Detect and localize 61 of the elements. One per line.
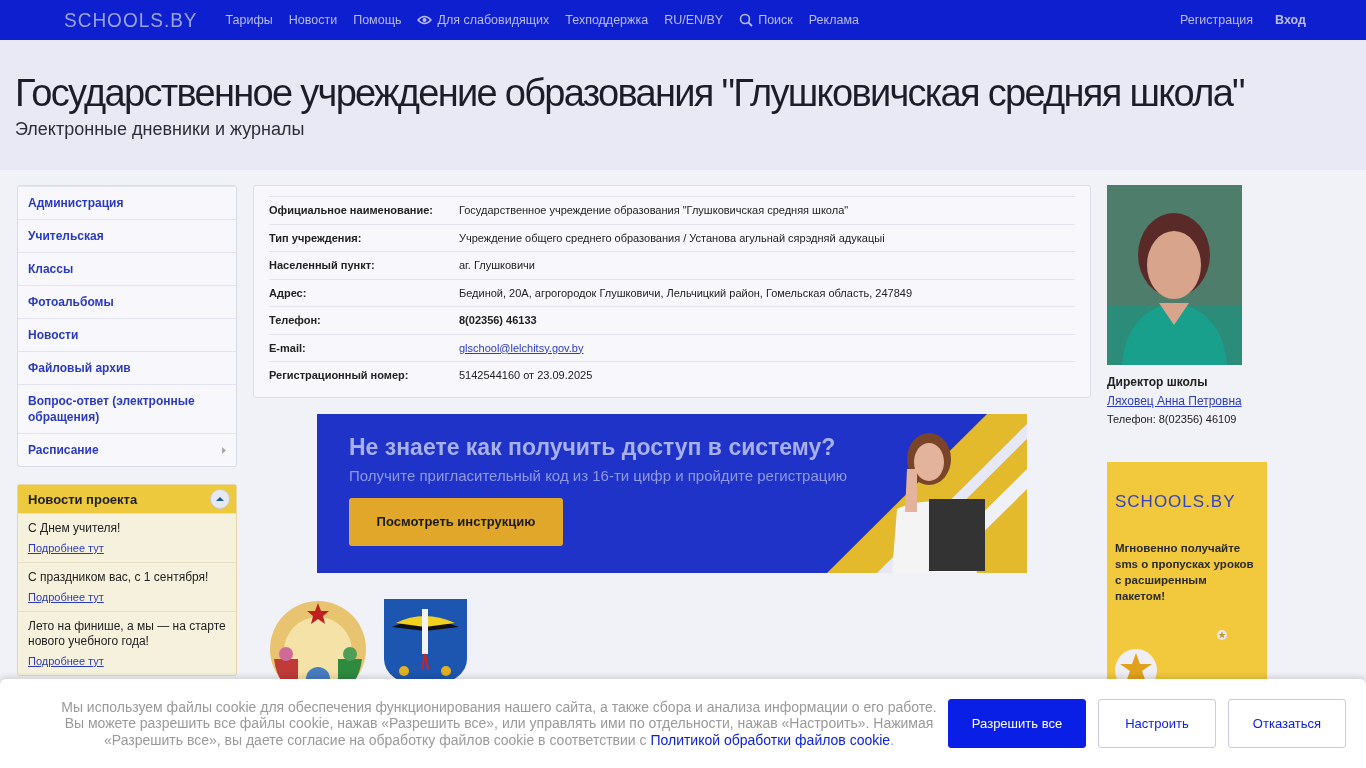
policy-link[interactable]: Политикой обработки файлов cookie — [650, 731, 891, 748]
nav-link[interactable]: RU/EN/BY — [664, 13, 724, 27]
nav-link[interactable]: Тарифы — [225, 13, 273, 27]
field-value: 8(02356) 46133 — [459, 314, 537, 327]
cookie-notice: Мы используем файлы cookie для обеспечения функционирования нашего сайта, а также сбора и анализа информации о его работе. Вы можете разрешить все файлы cookie, нажав «Разрешить все», или управлять ими по отдельности, нажав «Настроить». Нажимая «Разрешить все», вы даете согласие на обработку файлов cookie в соответствии с Политикой обработки файлов cookie. — [60, 698, 938, 749]
field-label: Адрес: — [269, 286, 308, 299]
caret-icon — [215, 495, 225, 503]
field-label: Тип учреждения: — [269, 231, 363, 244]
sidebar-item[interactable]: Файловый архив — [18, 351, 236, 384]
sidebar-item[interactable]: Классы — [18, 252, 236, 285]
instruction-button[interactable]: Посмотреть инструкцию — [349, 497, 563, 546]
ad-logo: SCHOOLS.BY — [1114, 491, 1237, 512]
search-icon — [739, 13, 754, 27]
banner-title: Не знаете как получить доступ в систему? — [349, 433, 836, 461]
more-link[interactable]: Подробнее тут — [28, 655, 104, 667]
register-link[interactable]: Регистрация — [1180, 13, 1254, 27]
director-phone: Телефон: 8(02356) 46109 — [1107, 413, 1238, 425]
eye-icon — [417, 15, 433, 25]
director-role: Директор школы — [1107, 375, 1209, 389]
nav-link[interactable]: Реклама — [808, 13, 859, 27]
field-value: 5142544160 от 23.09.2025 — [459, 369, 593, 382]
field-value: Учреждение общего среднего образования / Установа агульнай сярэдняй адукацыі — [459, 231, 885, 244]
star-icon — [1217, 630, 1227, 640]
news-title: С Днем учителя! — [28, 521, 122, 536]
cookie-button[interactable]: Настроить — [1098, 699, 1216, 748]
field-value: аг. Глушковичи — [459, 259, 535, 272]
news-title: С праздником вас, с 1 сентября! — [28, 570, 210, 585]
page-subtitle: Электронные дневники и журналы — [15, 119, 306, 140]
banner-text: Получите пригласительный код из 16-ти цифр и пройдите регистрацию — [349, 466, 849, 484]
nav-link[interactable]: Помощь — [353, 13, 402, 27]
field-label: E-mail: — [269, 341, 307, 354]
field-value: Государственное учреждение образования "Глушковичская средняя школа" — [459, 204, 849, 217]
sidebar-item[interactable]: Новости — [18, 318, 236, 351]
site-logo[interactable]: SCHOOLS.BY — [64, 7, 198, 33]
sidebar-item[interactable]: Администрация — [18, 186, 236, 219]
nav-link[interactable]: Для слабовидящих — [417, 13, 550, 27]
collapse-button[interactable] — [210, 489, 230, 509]
more-link[interactable]: Подробнее тут — [28, 591, 104, 603]
more-link[interactable]: Подробнее тут — [28, 542, 104, 554]
ad-text: Мгновенно получайте sms о пропусках уроков с расширенным пакетом! — [1115, 541, 1255, 604]
sidebar-item[interactable]: Вопрос-ответ (электронные обращения) — [18, 384, 236, 433]
sidebar-item[interactable]: Учительская — [18, 219, 236, 252]
sidebar-item[interactable]: Расписание — [18, 433, 236, 466]
news-title: Лето на финише, а мы — на старте нового учебного года! — [28, 619, 226, 649]
nav-link[interactable]: Новости — [288, 13, 338, 27]
field-label: Телефон: — [269, 314, 322, 327]
field-label: Населенный пункт: — [269, 259, 376, 272]
panel-title: Новости проекта — [28, 491, 138, 507]
field-label: Регистрационный номер: — [269, 369, 410, 382]
nav-link[interactable]: Поиск — [739, 13, 793, 27]
email-link[interactable]: glschool@lelchitsy.gov.by — [459, 341, 584, 354]
cookie-button[interactable]: Отказаться — [1228, 699, 1346, 748]
cookie-button[interactable]: Разрешить все — [948, 699, 1086, 748]
sidebar-item[interactable]: Фотоальбомы — [18, 285, 236, 318]
director-name-link[interactable]: Ляховец Анна Петровна — [1107, 394, 1242, 408]
page-title: Государственное учреждение образования "Глушковичская средняя школа" — [15, 71, 1245, 115]
field-label: Официальное наименование: — [269, 204, 434, 217]
field-value: Бединой, 20А, агрогородок Глушковичи, Лельчицкий район, Гомельская область, 247849 — [459, 286, 912, 299]
nav-link[interactable]: Техподдержка — [565, 13, 649, 27]
login-link[interactable]: Вход — [1275, 13, 1306, 27]
chevron-icon — [222, 446, 226, 454]
